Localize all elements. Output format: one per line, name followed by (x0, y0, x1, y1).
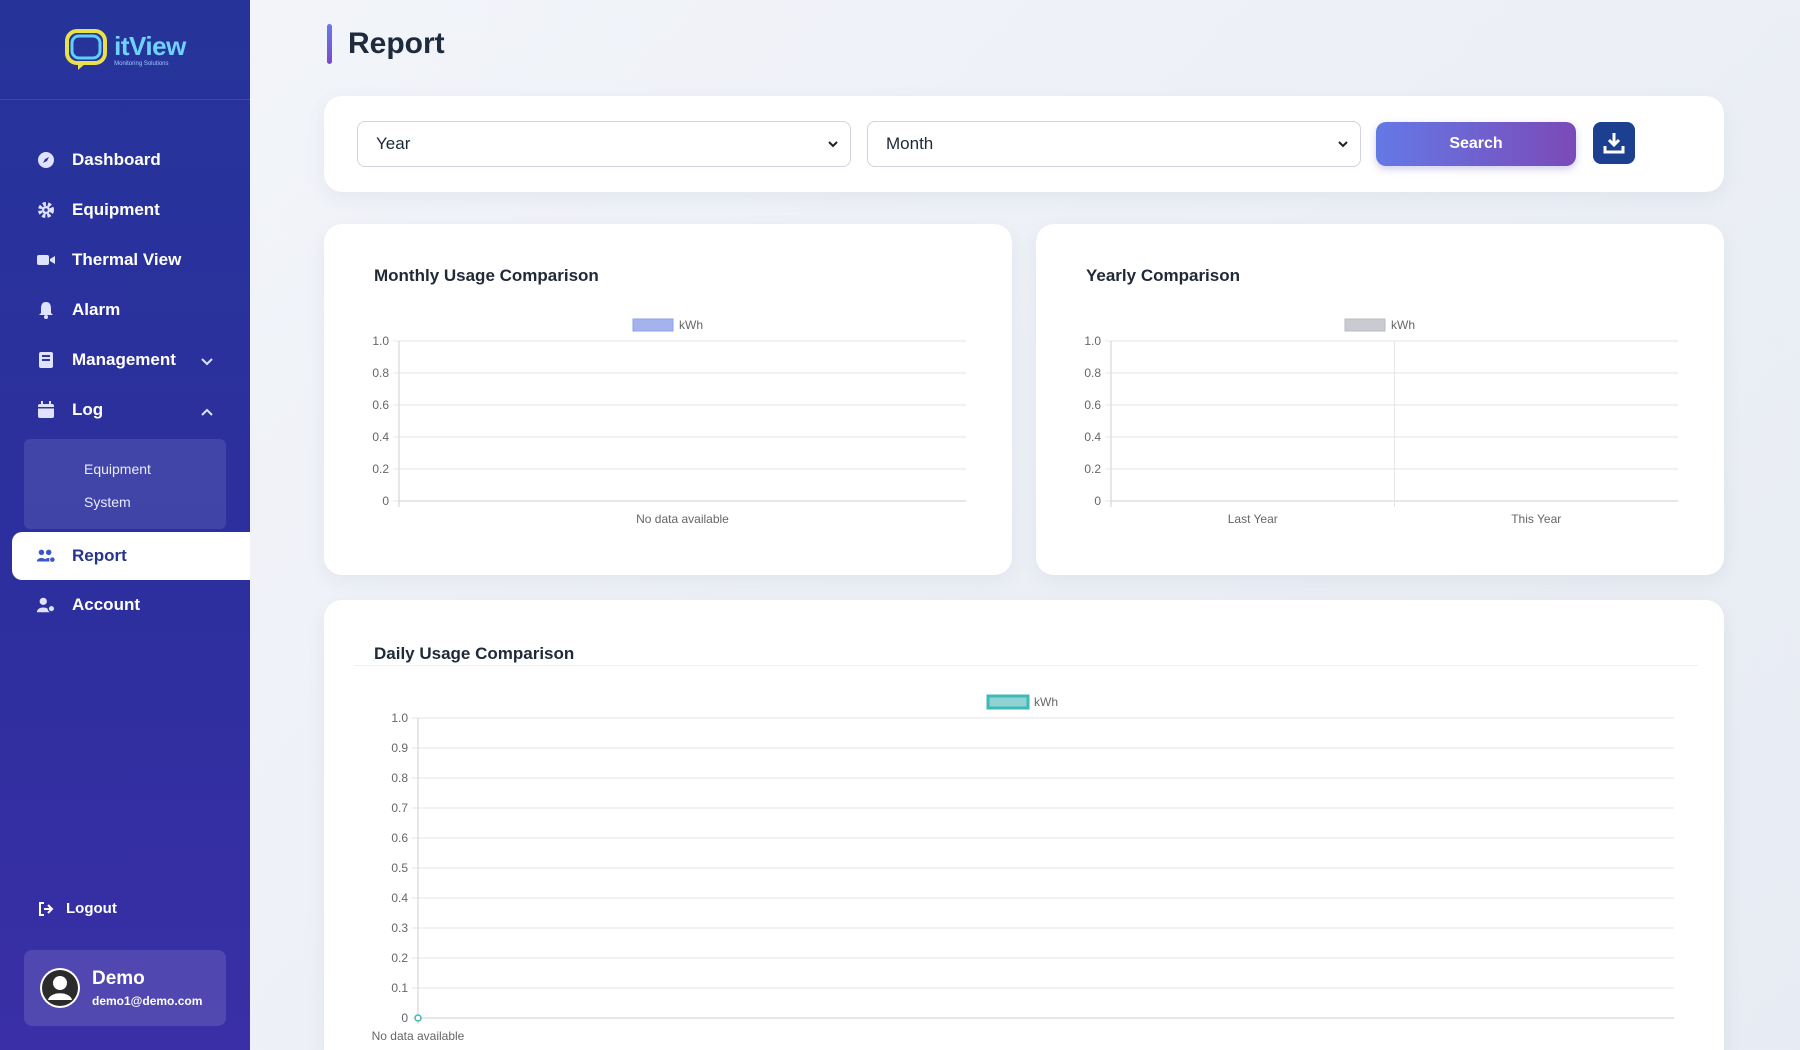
logout-icon (39, 901, 54, 916)
gear-icon (36, 200, 56, 220)
calendar-icon (36, 400, 56, 420)
x-tick-label: Last Year (1228, 512, 1278, 526)
y-tick-label: 0.9 (391, 741, 408, 755)
y-tick-label: 0.1 (391, 981, 408, 995)
sidebar-item-label: Alarm (72, 300, 121, 319)
x-tick-label: No data available (636, 512, 729, 526)
chevron-down-icon[interactable] (200, 352, 214, 372)
y-tick-label: 1.0 (1084, 334, 1101, 348)
sidebar-item-log[interactable]: Log (0, 385, 250, 435)
divider (354, 665, 1698, 666)
sidebar-item-account[interactable]: Account (0, 580, 250, 630)
video-camera-icon (36, 250, 56, 270)
compass-icon (36, 150, 56, 170)
logo-name: itView (114, 30, 186, 61)
y-tick-label: 0.8 (372, 366, 389, 380)
y-tick-label: 0.3 (391, 921, 408, 935)
y-tick-label: 0.4 (391, 891, 408, 905)
chart-title: Monthly Usage Comparison (374, 266, 599, 285)
legend-swatch (1344, 318, 1386, 332)
y-tick-label: 0 (401, 1011, 408, 1025)
y-tick-label: 1.0 (391, 711, 408, 725)
submenu-item-equipment[interactable]: Equipment (24, 453, 226, 486)
sidebar-item-label: Management (72, 350, 176, 369)
log-submenu: Equipment System (24, 439, 226, 529)
x-tick-label: This Year (1511, 512, 1561, 526)
bell-icon (36, 300, 56, 320)
chevron-down-icon (828, 141, 838, 148)
sidebar-item-management[interactable]: Management (0, 335, 250, 385)
submenu-item-system[interactable]: System (24, 486, 226, 519)
year-select[interactable]: Year (357, 121, 851, 167)
sidebar: itView Monitoring Solutions Dashboard Eq… (0, 0, 250, 1050)
download-icon (1603, 133, 1625, 154)
year-select-value: Year (376, 134, 411, 153)
monthly-usage-card: Monthly Usage Comparison kWh 1.0 0.8 0.6 0.4… (324, 224, 1012, 575)
legend-label: kWh (1034, 695, 1058, 709)
y-tick-label: 0.2 (1084, 462, 1101, 476)
month-select[interactable]: Month (867, 121, 1361, 167)
y-tick-label: 0 (382, 494, 389, 508)
page-title: Report (348, 27, 445, 60)
y-tick-label: 0.6 (372, 398, 389, 412)
download-button[interactable] (1593, 122, 1635, 164)
logo-subtitle: Monitoring Solutions (114, 60, 169, 67)
sidebar-item-dashboard[interactable]: Dashboard (0, 135, 250, 185)
book-icon (36, 350, 56, 370)
sidebar-nav: Dashboard Equipment Thermal View Alarm M… (0, 135, 250, 630)
sidebar-item-label: Account (72, 595, 140, 614)
legend-label: kWh (1391, 318, 1415, 332)
y-tick-label: 0.2 (372, 462, 389, 476)
sidebar-item-label: Thermal View (72, 250, 182, 269)
y-tick-label: 0.4 (372, 430, 389, 444)
filter-card: Year Month Search (324, 96, 1724, 192)
user-gear-icon (36, 595, 56, 615)
chart-title: Daily Usage Comparison (374, 644, 575, 663)
logo[interactable]: itView Monitoring Solutions (0, 0, 250, 100)
data-point (414, 1014, 422, 1022)
month-select-value: Month (886, 134, 934, 153)
chevron-up-icon[interactable] (200, 402, 214, 422)
user-profile[interactable]: Demo demo1@demo.com (24, 950, 226, 1026)
y-tick-label: 0.4 (1084, 430, 1101, 444)
user-icon (42, 970, 78, 1006)
user-email: demo1@demo.com (92, 994, 203, 1008)
sidebar-item-alarm[interactable]: Alarm (0, 285, 250, 335)
title-accent-bar (327, 24, 332, 64)
legend-swatch (986, 694, 1030, 710)
sidebar-item-thermal-view[interactable]: Thermal View (0, 235, 250, 285)
avatar (40, 968, 80, 1008)
y-tick-label: 0.6 (1084, 398, 1101, 412)
legend-swatch (632, 318, 674, 332)
y-tick-label: 0.8 (391, 771, 408, 785)
sidebar-item-label: Equipment (72, 200, 160, 219)
y-tick-label: 0.2 (391, 951, 408, 965)
y-tick-label: 0.7 (391, 801, 408, 815)
logo-icon (65, 28, 108, 70)
search-button[interactable]: Search (1376, 122, 1576, 166)
sidebar-item-label: Report (72, 546, 127, 565)
sidebar-item-label: Log (72, 400, 104, 419)
user-name: Demo (92, 968, 145, 989)
users-gear-icon (36, 546, 56, 566)
page-header: Report (327, 24, 445, 64)
daily-usage-card: Daily Usage Comparison kWh 1.0 0.9 0.8 0.7 0.… (324, 600, 1724, 1050)
y-tick-label: 0 (1094, 494, 1101, 508)
daily-usage-chart: kWh 1.0 0.9 0.8 0.7 0.6 0.5 0.4 0.3 0.2 0.1 0 No dat… (372, 694, 1674, 1043)
logout-button[interactable]: Logout (38, 900, 117, 917)
sidebar-item-equipment[interactable]: Equipment (0, 185, 250, 235)
chart-title: Yearly Comparison (1086, 266, 1241, 285)
y-tick-label: 0.5 (391, 861, 408, 875)
y-tick-label: 0.6 (391, 831, 408, 845)
legend-label: kWh (679, 318, 703, 332)
logout-label: Logout (66, 900, 117, 917)
sidebar-item-report[interactable]: Report (12, 532, 250, 580)
x-tick-label: No data available (372, 1029, 465, 1043)
sidebar-item-label: Dashboard (72, 150, 161, 169)
yearly-comparison-card: Yearly Comparison kWh 1.0 0.8 0.6 0.4 0.2 0 Las… (1036, 224, 1724, 575)
y-tick-label: 1.0 (372, 334, 389, 348)
y-tick-label: 0.8 (1084, 366, 1101, 380)
chevron-down-icon (1338, 141, 1348, 148)
